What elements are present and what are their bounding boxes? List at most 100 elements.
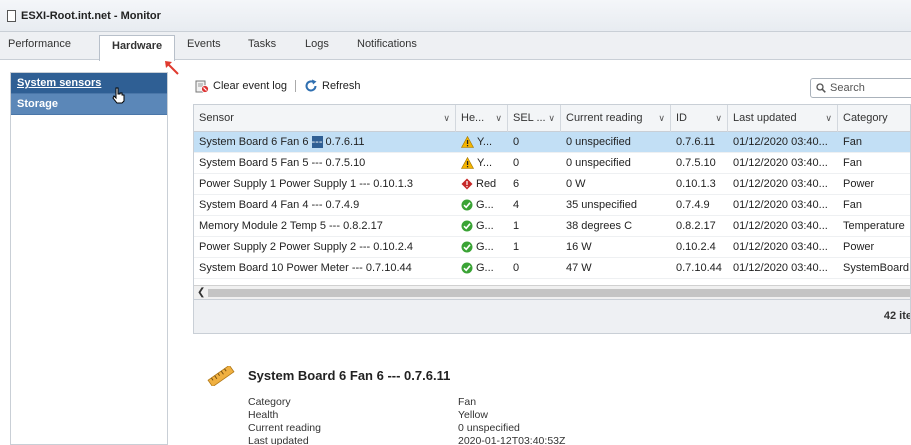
table-row[interactable]: System Board 5 Fan 5 --- 0.7.5.10 Y... 0… <box>194 153 910 174</box>
column-header-category[interactable]: Category <box>838 105 910 132</box>
search-placeholder: Search <box>830 82 865 94</box>
chevron-down-icon[interactable]: ∨ <box>658 105 665 132</box>
cell-sel: 0 <box>513 157 520 169</box>
sensor-ruler-icon <box>207 366 235 386</box>
cell-id: 0.7.5.10 <box>676 157 716 169</box>
cell-health-text: Red <box>476 178 497 190</box>
clear-event-log-button[interactable]: Clear event log <box>195 79 287 93</box>
cell-sel: 6 <box>513 178 520 190</box>
cell-health: G... <box>456 195 508 216</box>
cell-id: 0.8.2.17 <box>676 220 716 232</box>
tab-hardware[interactable]: Hardware <box>99 35 176 61</box>
column-header-id[interactable]: ID ∨ <box>671 105 728 132</box>
cell-updated: 01/12/2020 03:40... <box>733 199 828 211</box>
cell-reading: 0 W <box>566 178 586 190</box>
cell-reading: 16 W <box>566 241 592 253</box>
cell-category: Power <box>843 178 875 190</box>
column-header-last-updated[interactable]: Last updated ∨ <box>728 105 838 132</box>
sensor-grid: Sensor ∨ He... ∨ SEL ... ∨ Current reading ∨… <box>193 104 911 334</box>
refresh-icon <box>305 79 317 92</box>
clear-event-log-label: Clear event log <box>213 80 287 92</box>
cell-id: 0.7.10.44 <box>676 262 722 274</box>
detail-label-current-reading: Current reading <box>248 422 321 434</box>
refresh-button[interactable]: Refresh <box>304 79 361 93</box>
check-icon <box>461 262 473 274</box>
table-row[interactable]: Memory Module 2 Temp 5 --- 0.8.2.17 G...… <box>194 216 910 237</box>
cell-sensor-text: 0.7.6.11 <box>322 136 365 148</box>
chevron-down-icon[interactable]: ∨ <box>548 105 555 132</box>
chevron-down-icon[interactable]: ∨ <box>443 105 450 132</box>
cell-sensor: System Board 5 Fan 5 --- 0.7.5.10 <box>199 157 366 169</box>
column-header-label: Last updated <box>733 112 797 124</box>
cell-sensor-highlight: --- <box>311 136 323 148</box>
cell-health: G... <box>456 216 508 237</box>
sidebar-item-storage[interactable]: Storage <box>11 94 167 115</box>
tab-logs[interactable]: Logs <box>305 38 329 50</box>
cell-updated: 01/12/2020 03:40... <box>733 157 828 169</box>
column-header-label: He... <box>461 112 485 124</box>
item-count: 42 ite <box>883 310 911 322</box>
table-row[interactable]: Power Supply 1 Power Supply 1 --- 0.10.1… <box>194 174 910 195</box>
table-row[interactable]: System Board 6 Fan 6 --- 0.7.6.11 Y... 0… <box>194 132 910 153</box>
cell-health-text: G... <box>476 262 494 274</box>
horizontal-scrollbar[interactable]: ❮ <box>194 285 910 300</box>
window-icon <box>7 9 16 22</box>
cell-health-text: G... <box>476 199 494 211</box>
error-icon <box>461 178 473 190</box>
tab-performance[interactable]: Performance <box>8 38 71 50</box>
cell-category: SystemBoard <box>843 262 910 274</box>
chevron-down-icon[interactable]: ∨ <box>495 105 502 132</box>
sidebar-item-system-sensors[interactable]: System sensors <box>11 73 167 94</box>
cell-sensor-text: System Board 6 Fan 6 <box>199 136 312 148</box>
column-header-current-reading[interactable]: Current reading ∨ <box>561 105 671 132</box>
chevron-down-icon[interactable]: ∨ <box>825 105 832 132</box>
search-icon <box>816 83 826 93</box>
window-title: ESXI-Root.int.net - Monitor <box>21 9 161 22</box>
cell-sensor: System Board 10 Power Meter --- 0.7.10.4… <box>199 262 412 274</box>
detail-label-last-updated: Last updated <box>248 435 309 445</box>
tab-notifications[interactable]: Notifications <box>357 38 417 50</box>
column-header-label: Current reading <box>566 112 643 124</box>
cell-health-text: Y... <box>477 157 493 169</box>
cell-reading: 0 unspecified <box>566 157 631 169</box>
column-header-health[interactable]: He... ∨ <box>456 105 508 132</box>
cell-sel: 4 <box>513 199 520 211</box>
scrollbar-thumb[interactable] <box>208 289 910 297</box>
detail-value-health: Yellow <box>458 409 488 421</box>
table-row[interactable]: System Board 10 Power Meter --- 0.7.10.4… <box>194 258 910 279</box>
cell-sensor: Power Supply 1 Power Supply 1 --- 0.10.1… <box>199 178 414 190</box>
cell-category: Fan <box>843 199 862 211</box>
column-header-label: ID <box>676 112 687 124</box>
cell-health: Y... <box>456 153 508 174</box>
column-header-sel[interactable]: SEL ... ∨ <box>508 105 561 132</box>
cell-sel: 0 <box>513 262 520 274</box>
check-icon <box>461 241 473 253</box>
tab-bar: Performance Hardware Events Tasks Logs N… <box>0 32 911 61</box>
cell-reading: 47 W <box>566 262 592 274</box>
cell-health: G... <box>456 237 508 258</box>
cell-updated: 01/12/2020 03:40... <box>733 136 828 148</box>
table-row[interactable]: System Board 4 Fan 4 --- 0.7.4.9 G... 4 … <box>194 195 910 216</box>
scroll-left-icon[interactable]: ❮ <box>197 286 205 300</box>
cell-category: Temperature <box>843 220 905 232</box>
cell-health: Red <box>456 174 508 195</box>
cell-sensor: Memory Module 2 Temp 5 --- 0.8.2.17 <box>199 220 383 232</box>
detail-label-category: Category <box>248 396 291 408</box>
cell-category: Fan <box>843 136 862 148</box>
tab-events[interactable]: Events <box>187 38 221 50</box>
grid-footer: 42 ite <box>194 299 911 333</box>
tab-tasks[interactable]: Tasks <box>248 38 276 50</box>
check-icon <box>461 199 473 211</box>
cell-category: Power <box>843 241 875 253</box>
cell-updated: 01/12/2020 03:40... <box>733 178 828 190</box>
chevron-down-icon[interactable]: ∨ <box>715 105 722 132</box>
table-row[interactable]: Power Supply 2 Power Supply 2 --- 0.10.2… <box>194 237 910 258</box>
grid-rows: System Board 6 Fan 6 --- 0.7.6.11 Y... 0… <box>194 132 910 279</box>
detail-value-last-updated: 2020-01-12T03:40:53Z <box>458 435 566 445</box>
column-header-sensor[interactable]: Sensor ∨ <box>194 105 456 132</box>
column-header-label: Category <box>843 112 888 124</box>
search-input[interactable]: Search <box>810 78 911 98</box>
cell-health: G... <box>456 258 508 279</box>
check-icon <box>461 220 473 232</box>
grid-header: Sensor ∨ He... ∨ SEL ... ∨ Current reading ∨… <box>194 105 910 132</box>
